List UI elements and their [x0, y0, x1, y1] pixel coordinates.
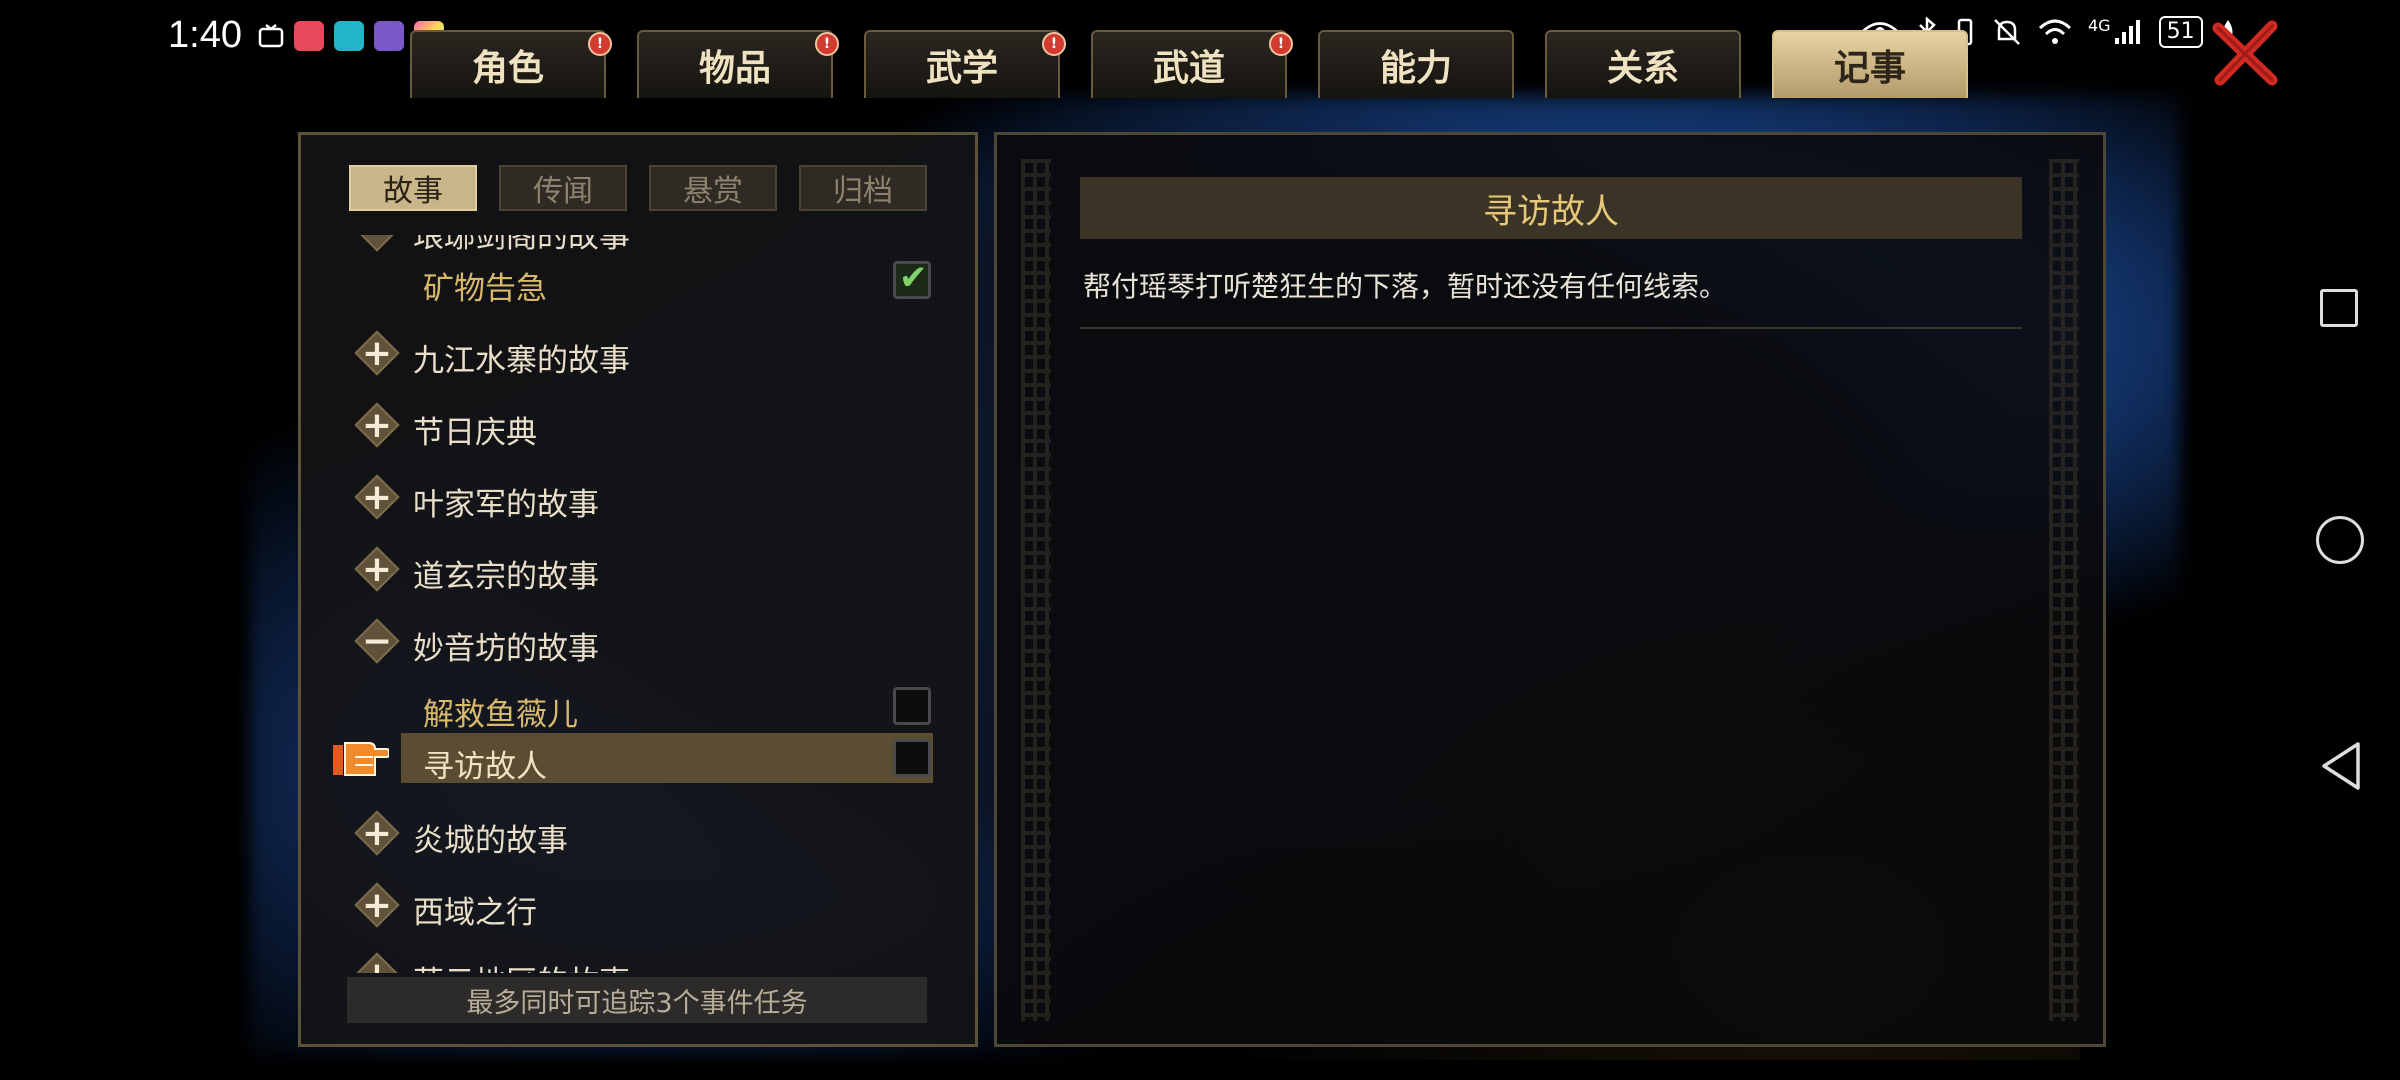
- track-checkbox[interactable]: [893, 687, 931, 725]
- quest-label: 寻访故人: [423, 749, 547, 785]
- group-label: 九江水寨的故事: [413, 343, 630, 379]
- tab-relations[interactable]: 关系: [1545, 30, 1741, 98]
- quest-label: 解救鱼薇儿: [423, 697, 578, 733]
- list-item[interactable]: + 落云地区的故事: [301, 947, 981, 973]
- list-item[interactable]: + 叶家军的故事: [301, 469, 981, 525]
- group-label: 妙音坊的故事: [413, 631, 599, 667]
- list-item[interactable]: + 节日庆典: [301, 397, 981, 453]
- quest-title: 寻访故人: [1080, 177, 2022, 239]
- track-checkbox[interactable]: [893, 739, 931, 777]
- quest-detail-panel: 寻访故人 帮付瑶琴打听楚狂生的下落，暂时还没有任何线索。: [994, 132, 2106, 1047]
- close-icon[interactable]: [2210, 18, 2280, 88]
- group-label: 落云地区的故事: [413, 957, 630, 973]
- app-notification-icon: [374, 20, 404, 51]
- fret-border-decoration: [1021, 159, 1051, 1021]
- tab-label: 物品: [698, 48, 771, 89]
- tab-label: 角色: [471, 48, 544, 89]
- tab-wudao[interactable]: 武道!: [1091, 30, 1293, 98]
- list-item[interactable]: + 道玄宗的故事: [301, 541, 981, 597]
- list-item[interactable]: 解救鱼薇儿: [301, 681, 981, 737]
- expand-icon[interactable]: +: [353, 545, 401, 593]
- list-item[interactable]: 琅琊剑阁的故事: [301, 235, 981, 257]
- pointing-hand-icon: [333, 742, 389, 776]
- expand-icon[interactable]: +: [353, 809, 401, 857]
- list-item[interactable]: 矿物告急: [301, 255, 981, 311]
- quest-description: 帮付瑶琴打听楚狂生的下落，暂时还没有任何线索。: [1083, 270, 1728, 303]
- tab-label: 武道: [1152, 48, 1225, 89]
- subtab-rumors[interactable]: 传闻: [499, 165, 627, 211]
- wifi-icon: [2038, 19, 2072, 44]
- status-time: 1:40: [168, 14, 242, 56]
- subtab-archive[interactable]: 归档: [799, 165, 927, 211]
- expand-icon[interactable]: +: [353, 473, 401, 521]
- subtab-stories[interactable]: 故事: [349, 165, 477, 211]
- list-item[interactable]: + 九江水寨的故事: [301, 325, 981, 381]
- group-label: 炎城的故事: [413, 823, 568, 859]
- tab-martial-arts[interactable]: 武学!: [864, 30, 1066, 98]
- recent-apps-button[interactable]: [2320, 289, 2358, 327]
- tab-abilities[interactable]: 能力: [1318, 30, 1514, 98]
- expand-icon[interactable]: +: [353, 881, 401, 929]
- quest-label: 矿物告急: [423, 271, 547, 307]
- app-notification-icon: [294, 20, 324, 51]
- app-notification-icon: [334, 20, 364, 51]
- group-label: 节日庆典: [413, 415, 537, 451]
- list-item[interactable]: + 炎城的故事: [301, 805, 981, 861]
- collapse-icon[interactable]: [353, 235, 401, 253]
- group-label: 叶家军的故事: [413, 487, 599, 523]
- alert-badge: !: [588, 32, 612, 56]
- expand-icon[interactable]: +: [353, 951, 401, 973]
- list-item[interactable]: + 西域之行: [301, 877, 981, 933]
- tv-icon: [258, 23, 284, 47]
- list-item[interactable]: − 妙音坊的故事: [301, 613, 981, 669]
- journal-subtabs: 故事 传闻 悬赏 归档: [349, 165, 927, 211]
- tab-label: 能力: [1379, 48, 1452, 89]
- quest-list-panel: 故事 传闻 悬赏 归档 琅琊剑阁的故事 矿物告急 + 九江水寨的故事 + 节日庆…: [298, 132, 978, 1047]
- group-label: 西域之行: [413, 895, 537, 931]
- alert-badge: !: [1042, 32, 1066, 56]
- list-item-selected[interactable]: 寻访故人: [301, 733, 981, 789]
- tab-journal[interactable]: 记事: [1772, 30, 1968, 98]
- subtab-bounties[interactable]: 悬赏: [649, 165, 777, 211]
- fret-border-decoration: [2049, 159, 2079, 1021]
- divider: [1080, 327, 2022, 329]
- quest-list[interactable]: 琅琊剑阁的故事 矿物告急 + 九江水寨的故事 + 节日庆典 + 叶家军的故事 +…: [301, 235, 981, 973]
- alert-badge: !: [1269, 32, 1293, 56]
- tab-role[interactable]: 角色!: [410, 30, 612, 98]
- main-tab-bar: 角色! 物品! 武学! 武道! 能力 关系 记事: [410, 30, 1999, 100]
- home-button[interactable]: [2316, 516, 2364, 564]
- tracking-limit-note: 最多同时可追踪3个事件任务: [347, 977, 927, 1023]
- back-button[interactable]: [2318, 740, 2364, 792]
- tab-label: 关系: [1606, 48, 1679, 89]
- group-label: 琅琊剑阁的故事: [413, 235, 630, 255]
- collapse-icon[interactable]: −: [353, 617, 401, 665]
- battery-level: 51: [2158, 16, 2203, 48]
- alert-badge: !: [815, 32, 839, 56]
- tab-label: 记事: [1833, 48, 1906, 89]
- tab-items[interactable]: 物品!: [637, 30, 839, 98]
- tab-label: 武学: [925, 48, 998, 89]
- track-checkbox[interactable]: [893, 258, 931, 299]
- signal-icon: [2114, 20, 2140, 44]
- expand-icon[interactable]: +: [353, 401, 401, 449]
- network-type-label: 4G: [2088, 15, 2111, 35]
- expand-icon[interactable]: +: [353, 329, 401, 377]
- group-label: 道玄宗的故事: [413, 559, 599, 595]
